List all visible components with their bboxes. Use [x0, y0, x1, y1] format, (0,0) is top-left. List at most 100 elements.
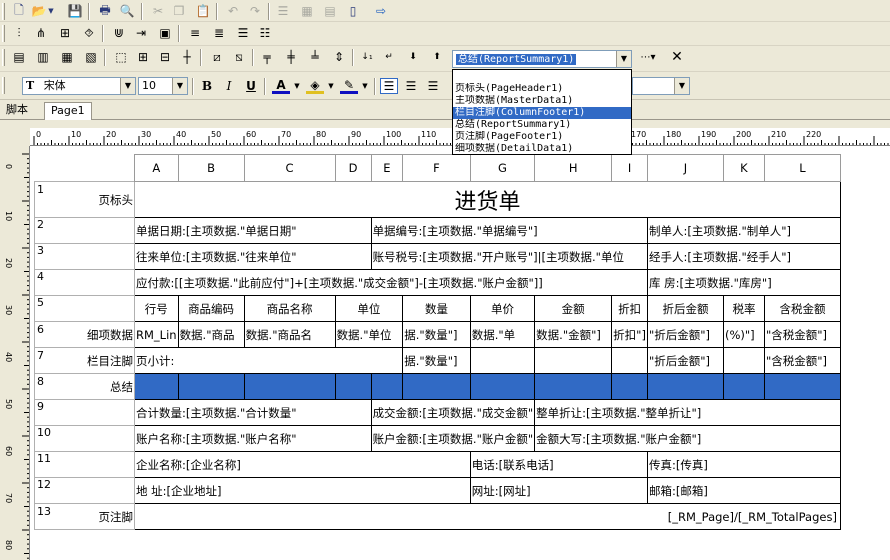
border-inner-icon[interactable]: ▦	[58, 49, 76, 65]
align-center-icon[interactable]: ☰	[402, 78, 420, 94]
selected-cell[interactable]	[371, 374, 403, 400]
redo-icon[interactable]: ↷	[246, 3, 264, 19]
border-box-icon[interactable]: ⊟	[156, 49, 174, 65]
text-direction-icon[interactable]: ↓₁	[358, 49, 376, 65]
chevron-down-icon[interactable]: ▼	[326, 78, 336, 94]
chevron-down-icon[interactable]: ▼	[292, 78, 302, 94]
underline-button[interactable]: U	[242, 78, 260, 94]
band-label-column-footer[interactable]: 7栏目注脚	[35, 348, 135, 374]
toolbar-grip[interactable]	[2, 3, 5, 20]
border-none-icon[interactable]: ▧	[82, 49, 100, 65]
column-header[interactable]: G	[470, 155, 534, 182]
column-header[interactable]: K	[723, 155, 764, 182]
row-number[interactable]: 10	[35, 426, 135, 452]
table-header-cell[interactable]: 单价	[470, 296, 534, 322]
selected-cell[interactable]	[178, 374, 244, 400]
table-cell[interactable]	[470, 348, 534, 374]
table-cell[interactable]: 成交金额:[主项数据."成交金额"	[371, 400, 535, 426]
diagonal-up-icon[interactable]: ⧅	[230, 49, 248, 65]
band-dropdown-list[interactable]: 页标头(PageHeader1) 主项数据(MasterData1) 栏目注脚(…	[452, 69, 632, 155]
align-middle-icon[interactable]: ╪	[282, 49, 300, 65]
band-label-page-header[interactable]: 1页标头	[35, 182, 135, 218]
table-cell[interactable]: 单据日期:[主项数据."单据日期"	[135, 218, 372, 244]
font-color-button[interactable]: A	[272, 78, 290, 94]
blank-page-icon[interactable]: ▯	[344, 3, 362, 19]
table-cell[interactable]: 库 房:[主项数据."库房"]	[647, 270, 840, 296]
save-icon[interactable]: 💾	[66, 3, 84, 19]
exit-icon[interactable]: ⇨	[372, 3, 390, 19]
table-cell[interactable]: 整单折让:[主项数据."整单折让"]	[535, 400, 841, 426]
column-width-icon[interactable]: ≣	[210, 25, 228, 41]
table-cell[interactable]	[535, 348, 612, 374]
expand-icon[interactable]: ⬆	[428, 49, 446, 65]
column-header[interactable]: C	[244, 155, 335, 182]
row-number[interactable]: 2	[35, 218, 135, 244]
table-header-cell[interactable]: 折后金额	[647, 296, 723, 322]
column-header[interactable]: A	[135, 155, 179, 182]
align-bottom-icon[interactable]: ╧	[306, 49, 324, 65]
column-header[interactable]: J	[647, 155, 723, 182]
italic-button[interactable]: I	[220, 78, 238, 94]
selected-cell[interactable]	[244, 374, 335, 400]
selected-cell[interactable]	[335, 374, 371, 400]
tab-page1[interactable]: Page1	[44, 102, 92, 120]
table-header-cell[interactable]: 商品名称	[244, 296, 335, 322]
merge-cells-icon[interactable]: ⫶	[10, 25, 28, 41]
table-cell[interactable]: 制单人:[主项数据."制单人"]	[647, 218, 840, 244]
table-header-cell[interactable]: 折扣	[612, 296, 648, 322]
table-cell[interactable]: 数据."商品	[178, 322, 244, 348]
selected-cell[interactable]	[612, 374, 648, 400]
chevron-down-icon[interactable]: ▼	[360, 78, 370, 94]
distribute-icon[interactable]: ⇕	[330, 49, 348, 65]
print-preview-icon[interactable]: 🔍	[118, 3, 136, 19]
table-cell[interactable]: 传真:[传真]	[647, 452, 840, 478]
chevron-down-icon[interactable]: ▼	[120, 78, 135, 94]
selected-cell[interactable]	[647, 374, 723, 400]
dropdown-arrow-icon[interactable]: ▼	[46, 3, 56, 19]
table-cell[interactable]: 数据."单	[470, 322, 534, 348]
dropdown-item[interactable]: 主项数据(MasterData1)	[453, 95, 631, 107]
border-grid-icon[interactable]: ⬚	[112, 49, 130, 65]
table-cell[interactable]: "折后金额"]	[647, 322, 723, 348]
selected-cell[interactable]	[135, 374, 179, 400]
new-icon[interactable]: 🗋	[10, 3, 28, 19]
selected-cell[interactable]	[470, 374, 534, 400]
column-header[interactable]: F	[403, 155, 470, 182]
chevron-down-icon[interactable]: ▼	[674, 78, 689, 94]
selected-cell[interactable]	[535, 374, 612, 400]
row-number[interactable]: 3	[35, 244, 135, 270]
column-header[interactable]: B	[178, 155, 244, 182]
table-cell[interactable]: 数据."商品名	[244, 322, 335, 348]
align-right-icon[interactable]: ☰	[424, 78, 442, 94]
chevron-down-icon[interactable]: ▼	[172, 78, 187, 94]
band-selector-combo[interactable]: 总结(ReportSummary1) ▼	[452, 50, 632, 68]
row-number[interactable]: 9	[35, 400, 135, 426]
table-header-cell[interactable]: 行号	[135, 296, 179, 322]
report-grid[interactable]: A B C D E F G H I J K L 1页标头 进货单 2 单据日期:…	[34, 154, 841, 530]
paste-icon[interactable]: 📋	[194, 3, 212, 19]
table-cell[interactable]: 邮箱:[邮箱]	[647, 478, 840, 504]
style-combo[interactable]: ▼	[632, 77, 690, 95]
row-number[interactable]: 5	[35, 296, 135, 322]
tab-script[interactable]: 脚本	[0, 102, 34, 120]
table-cell[interactable]: 数据."金额"]	[535, 322, 612, 348]
table-cell[interactable]: "折后金额"]	[647, 348, 723, 374]
selected-cell[interactable]	[764, 374, 840, 400]
insert-cell-icon[interactable]: ⯑	[80, 25, 98, 41]
cell-properties-icon[interactable]: ▣	[156, 25, 174, 41]
table-cell[interactable]: "含税金额"]	[764, 322, 840, 348]
delete-row-icon[interactable]: ▦	[298, 3, 316, 19]
dropdown-item-highlighted[interactable]: 栏目注脚(ColumnFooter1)	[453, 107, 631, 119]
column-header[interactable]: I	[612, 155, 648, 182]
table-header-cell[interactable]: 金额	[535, 296, 612, 322]
table-cell[interactable]	[723, 348, 764, 374]
selected-cell[interactable]	[723, 374, 764, 400]
diagonal-down-icon[interactable]: ⧄	[208, 49, 226, 65]
column-header[interactable]: L	[764, 155, 840, 182]
report-title-cell[interactable]: 进货单	[135, 182, 841, 218]
dropdown-item[interactable]: 页注脚(PageFooter1)	[453, 131, 631, 143]
word-wrap-icon[interactable]: ↵	[380, 49, 398, 65]
row-number[interactable]: 11	[35, 452, 135, 478]
border-all-icon[interactable]: ▤	[10, 49, 28, 65]
auto-height-icon[interactable]: ☷	[256, 25, 274, 41]
